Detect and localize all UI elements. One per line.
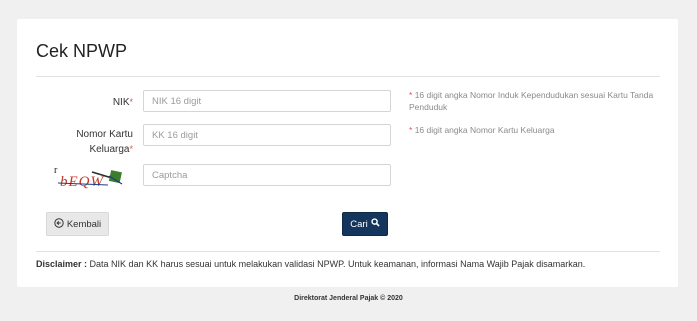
divider-top (36, 76, 660, 77)
search-button-label: Cari (350, 218, 368, 230)
back-button[interactable]: Kembali (46, 212, 109, 236)
disclaimer-heading: Disclaimer : (36, 259, 88, 269)
kk-label: Nomor Kartu Keluarga* (76, 129, 133, 155)
back-button-label: Kembali (66, 218, 102, 230)
divider-bottom (36, 251, 660, 252)
page-title: Cek NPWP (36, 41, 128, 61)
cek-npwp-card: Cek NPWP NIK* * 16 digit angka Nomor Ind… (17, 19, 678, 287)
nik-input[interactable] (143, 90, 391, 112)
nik-label: NIK* (112, 97, 133, 108)
disclaimer-text: Data NIK dan KK harus sesuai untuk melak… (89, 259, 586, 269)
search-icon (371, 218, 380, 230)
nik-required-mark: * (129, 97, 133, 107)
captcha-text: bEQW (60, 174, 104, 190)
captcha-input[interactable] (143, 164, 391, 186)
kk-hint: * 16 digit angka Nomor Kartu Keluarga (409, 125, 555, 135)
disclaimer: Disclaimer : Data NIK dan KK harus sesua… (36, 259, 585, 269)
footer-copyright: Direktorat Jenderal Pajak © 2020 (294, 295, 403, 302)
circle-arrow-left-icon (54, 217, 64, 231)
captcha-image: r bEQW (52, 164, 126, 190)
nik-hint: * 16 digit angka Nomor Induk Kependuduka… (409, 90, 654, 112)
search-button[interactable]: Cari (342, 212, 388, 236)
kk-required-mark: * (129, 144, 133, 154)
kk-input[interactable] (143, 124, 391, 146)
